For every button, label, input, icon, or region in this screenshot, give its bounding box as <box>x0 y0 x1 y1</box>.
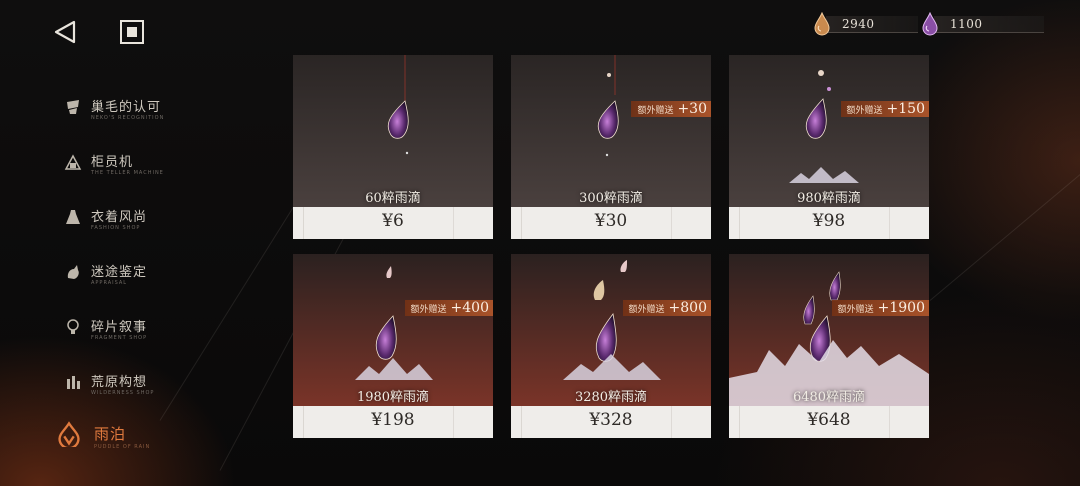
raindrop-art <box>293 254 493 406</box>
pack-price: ¥30 <box>594 211 628 231</box>
raindrop-art <box>511 254 711 406</box>
machine-icon <box>64 154 82 170</box>
home-button[interactable] <box>118 18 146 46</box>
bulb-icon <box>67 319 79 334</box>
bonus-label: 额外赠送 <box>628 304 665 315</box>
sidebar-item-sublabel: NEKO'S RECOGNITION <box>91 115 165 121</box>
sidebar-item-sublabel: WILDERNESS SHOP <box>91 390 155 396</box>
sidebar-item-puddle-of-rain[interactable]: 雨泊 PUDDLE OF RAIN <box>58 421 228 461</box>
sidebar-item-fragment[interactable]: 碎片叙事 FRAGMENT SHOP <box>58 312 228 352</box>
pack-card-3[interactable]: 980粹雨滴 额外赠送 +150 ¥98 <box>729 55 929 239</box>
home-square-icon <box>120 20 144 44</box>
sidebar-item-sublabel: FASHION SHOP <box>91 225 141 231</box>
currency-amber[interactable]: 2940 <box>812 12 918 36</box>
badge-icon <box>67 100 79 114</box>
pack-price: ¥648 <box>807 410 851 430</box>
sidebar-item-sublabel: FRAGMENT SHOP <box>91 335 148 341</box>
sidebar-item-appraisal[interactable]: 迷途鉴定 APPRAISAL <box>58 257 228 297</box>
currency-violet-value: 1100 <box>950 17 983 31</box>
violet-drop-icon <box>922 12 938 36</box>
sidebar-item-wilderness[interactable]: 荒原构想 WILDERNESS SHOP <box>58 367 228 407</box>
pack-price: ¥98 <box>812 211 846 231</box>
currency-amber-value: 2940 <box>842 17 875 31</box>
pack-card-5[interactable]: 3280粹雨滴 额外赠送 +800 ¥328 <box>511 254 711 438</box>
sidebar-item-label: 柜员机 <box>91 155 134 170</box>
amber-drop-icon <box>814 12 830 36</box>
bonus-value: +30 <box>677 101 707 117</box>
pack-card-4[interactable]: 1980粹雨滴 额外赠送 +400 ¥198 <box>293 254 493 438</box>
pack-price: ¥328 <box>589 410 633 430</box>
raindrop-art <box>511 55 711 207</box>
pack-price: ¥198 <box>371 410 415 430</box>
pack-price: ¥6 <box>382 211 404 231</box>
raindrop-art <box>293 55 493 207</box>
bonus-label: 额外赠送 <box>837 304 874 315</box>
bonus-value: +150 <box>886 101 925 117</box>
pack-name: 1980粹雨滴 <box>356 390 430 405</box>
pack-name: 980粹雨滴 <box>797 191 861 206</box>
light-streak <box>929 171 1080 301</box>
bonus-badge: 额外赠送 +150 <box>840 101 929 117</box>
bonus-value: +800 <box>668 300 707 316</box>
pack-name: 3280粹雨滴 <box>574 390 648 405</box>
bonus-badge: 额外赠送 +400 <box>404 300 493 316</box>
sidebar-item-teller-machine[interactable]: 柜员机 THE TELLER MACHINE <box>58 147 228 187</box>
sidebar-item-sublabel: APPRAISAL <box>91 280 128 286</box>
bonus-badge: 额外赠送 +800 <box>622 300 711 316</box>
sidebar-item-label: 雨泊 <box>94 425 127 443</box>
sidebar-item-label: 迷途鉴定 <box>91 265 148 280</box>
bonus-label: 额外赠送 <box>846 105 883 116</box>
creature-icon <box>67 265 79 279</box>
sidebar-item-recognition[interactable]: 巢毛的认可 NEKO'S RECOGNITION <box>58 92 228 132</box>
pack-name: 300粹雨滴 <box>579 191 643 206</box>
sidebar-item-label: 衣着风尚 <box>91 210 148 225</box>
pack-card-1[interactable]: 60粹雨滴 ¥6 <box>293 55 493 239</box>
sidebar-item-sublabel: PUDDLE OF RAIN <box>94 444 151 450</box>
rain-logo-icon <box>58 421 80 447</box>
pack-card-6[interactable]: 6480粹雨滴 额外赠送 +1900 ¥648 <box>729 254 929 438</box>
sidebar-item-label: 荒原构想 <box>91 375 148 390</box>
back-triangle-icon <box>54 20 76 44</box>
sidebar-item-fashion[interactable]: 衣着风尚 FASHION SHOP <box>58 202 228 242</box>
pack-card-2[interactable]: 300粹雨滴 额外赠送 +30 ¥30 <box>511 55 711 239</box>
back-button[interactable] <box>50 18 82 46</box>
bonus-value: +1900 <box>877 300 925 316</box>
shop-screen: 2940 1100 巢毛的认可 NEKO'S RECOGNITION 柜员机 T… <box>0 0 1080 486</box>
tower-icon <box>67 376 80 389</box>
raindrop-art <box>729 254 929 406</box>
raindrop-art <box>729 55 929 207</box>
dress-icon <box>66 210 80 224</box>
bonus-label: 额外赠送 <box>410 304 447 315</box>
sidebar-item-label: 碎片叙事 <box>91 320 148 335</box>
pack-name: 60粹雨滴 <box>365 191 421 206</box>
currency-violet[interactable]: 1100 <box>920 12 1044 36</box>
bonus-label: 额外赠送 <box>637 105 674 116</box>
bonus-value: +400 <box>450 300 489 316</box>
bonus-badge: 额外赠送 +1900 <box>831 300 929 316</box>
sidebar-item-label: 巢毛的认可 <box>91 100 162 115</box>
pack-name: 6480粹雨滴 <box>792 390 866 405</box>
bonus-badge: 额外赠送 +30 <box>631 101 711 117</box>
sidebar-item-sublabel: THE TELLER MACHINE <box>91 170 164 176</box>
